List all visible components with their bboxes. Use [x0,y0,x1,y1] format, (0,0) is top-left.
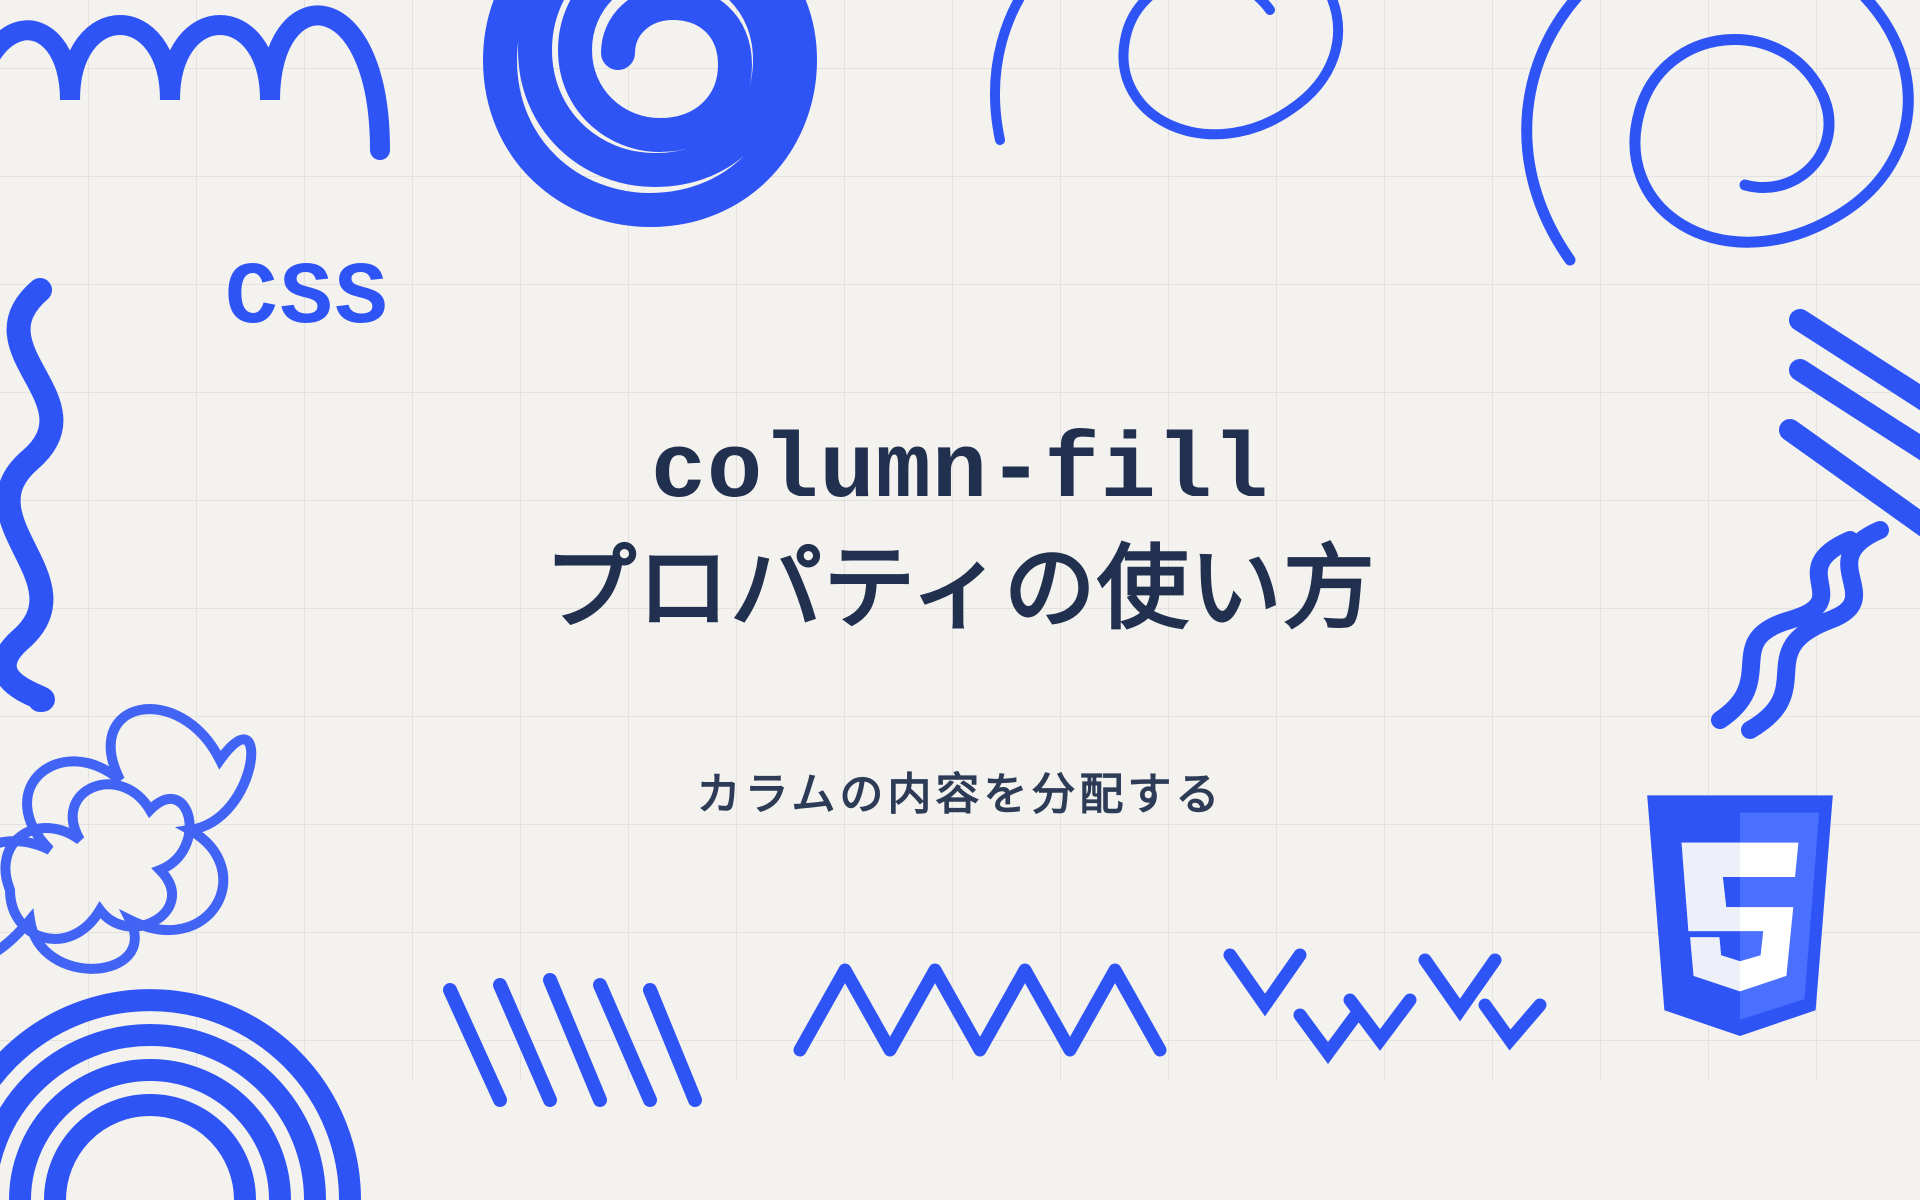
content-area: CSS column-fill プロパティの使い方 カラムの内容を分配する [0,0,1920,1080]
title-line-1: column-fill [651,419,1269,524]
title-line-2: プロパティの使い方 [544,543,1375,648]
page-title: column-fill プロパティの使い方 [544,410,1375,658]
page-subtitle: カラムの内容を分配する [697,758,1224,822]
category-label: CSS [225,250,389,349]
